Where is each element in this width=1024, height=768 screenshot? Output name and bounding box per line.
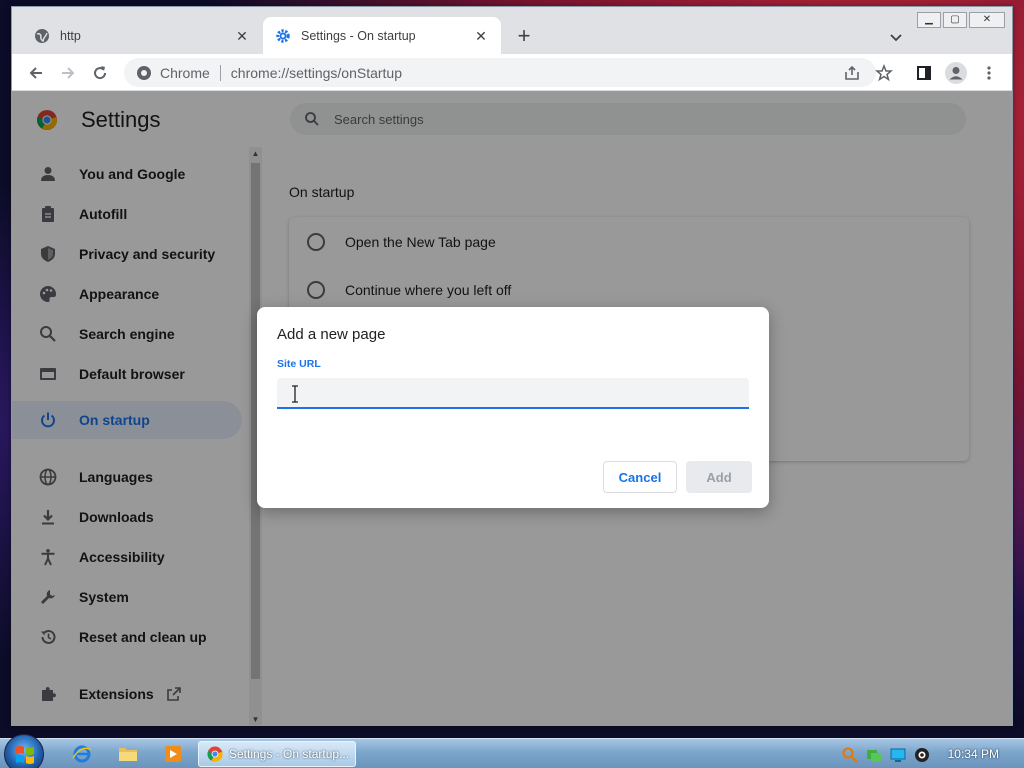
share-icon — [845, 65, 859, 80]
chrome-logo-icon — [207, 746, 223, 762]
back-button[interactable] — [24, 61, 48, 85]
internet-explorer-icon[interactable] — [70, 743, 94, 765]
taskbar-window-title: Settings - On startup... — [229, 747, 350, 761]
add-page-dialog: Add a new page Site URL Cancel Add — [257, 307, 769, 508]
forward-button[interactable] — [56, 61, 80, 85]
close-window-button[interactable]: ✕ — [969, 12, 1005, 28]
chrome-icon — [137, 65, 151, 80]
windows-logo-icon — [16, 746, 34, 764]
reload-icon — [94, 66, 107, 80]
text-cursor-icon — [291, 385, 299, 403]
tab-title: Settings - On startup — [301, 28, 416, 43]
tab-settings[interactable]: Settings - On startup ✕ — [263, 17, 501, 54]
tab-title: http — [60, 28, 81, 43]
site-chip: Chrome — [160, 64, 221, 81]
close-tab-icon[interactable]: ✕ — [473, 28, 489, 44]
dialog-title: Add a new page — [277, 326, 386, 343]
folder-icon[interactable] — [116, 743, 140, 765]
back-arrow-icon — [29, 67, 42, 79]
url-text: chrome://settings/onStartup — [230, 64, 402, 81]
maximize-button[interactable]: ▢ — [943, 12, 967, 28]
gear-icon — [275, 28, 291, 44]
more-vert-icon — [987, 66, 991, 80]
chevron-down-icon — [890, 34, 902, 42]
side-panel-icon — [917, 66, 931, 80]
star-icon — [875, 64, 893, 82]
browser-toolbar: Chrome chrome://settings/onStartup — [12, 54, 1012, 91]
site-url-input[interactable] — [277, 378, 749, 409]
bookmark-button[interactable] — [872, 61, 896, 85]
media-player-icon[interactable] — [161, 743, 185, 765]
taskbar-chrome-window[interactable]: Settings - On startup... — [198, 741, 356, 767]
start-button[interactable] — [4, 734, 44, 768]
system-tray: 10:34 PM — [836, 739, 1024, 768]
side-panel-button[interactable] — [912, 61, 936, 85]
tab-search-button[interactable] — [886, 27, 906, 47]
tray-network-icon[interactable] — [862, 744, 886, 766]
taskbar-clock: 10:34 PM — [947, 747, 999, 761]
browser-window: http ✕ Settings - On startup ✕ + ▁ ▢ ✕ C… — [11, 6, 1013, 726]
add-button[interactable]: Add — [686, 461, 752, 493]
tray-key-icon[interactable] — [838, 744, 862, 766]
tab-strip: http ✕ Settings - On startup ✕ + ▁ ▢ ✕ — [12, 7, 1012, 54]
tab-http[interactable]: http ✕ — [22, 17, 262, 54]
new-tab-button[interactable]: + — [512, 25, 536, 49]
tray-volume-icon[interactable] — [910, 744, 934, 766]
forward-arrow-icon — [62, 67, 75, 79]
close-tab-icon[interactable]: ✕ — [234, 28, 250, 44]
taskbar: Settings - On startup... 10:34 PM — [0, 734, 1024, 768]
site-url-label: Site URL — [277, 358, 321, 370]
cancel-button[interactable]: Cancel — [603, 461, 677, 493]
avatar-icon — [945, 62, 967, 84]
tray-display-icon[interactable] — [886, 744, 910, 766]
share-button[interactable] — [840, 61, 864, 85]
profile-button[interactable] — [944, 61, 968, 85]
minimize-button[interactable]: ▁ — [917, 12, 941, 28]
menu-button[interactable] — [977, 61, 1001, 85]
reload-button[interactable] — [88, 61, 112, 85]
globe-icon — [34, 28, 50, 44]
address-bar[interactable]: Chrome chrome://settings/onStartup — [124, 58, 876, 87]
